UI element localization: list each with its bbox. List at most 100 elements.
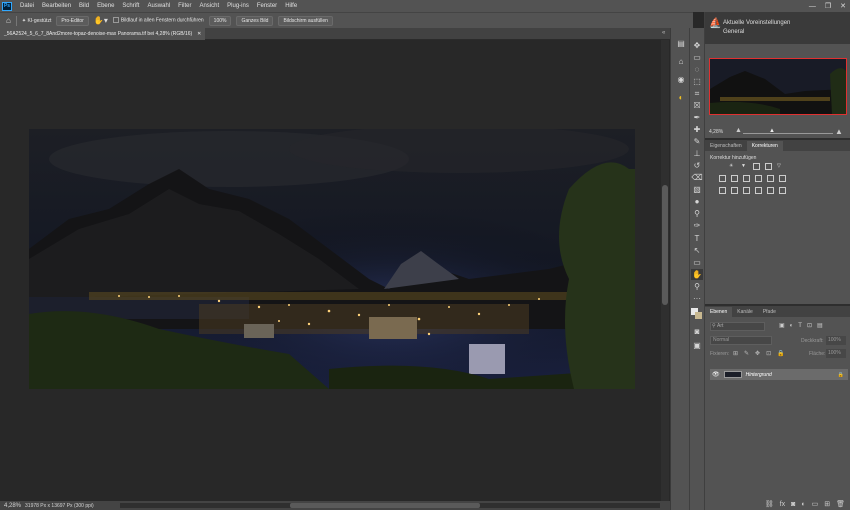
fit-screen-button[interactable]: Ganzes Bild <box>236 15 274 26</box>
healing-tool-icon[interactable]: ✚ <box>691 124 703 135</box>
eyedropper-tool-icon[interactable]: ✒ <box>691 112 703 123</box>
more-tools-icon[interactable]: ··· <box>691 293 703 304</box>
add-mask-icon[interactable]: ◙ <box>791 501 795 508</box>
zoom-out-icon[interactable]: ▲ <box>735 127 742 134</box>
color-balance-icon[interactable] <box>731 175 738 182</box>
pro-editor-button[interactable]: Pro-Editor <box>56 15 89 26</box>
crop-tool-icon[interactable]: ⌗ <box>691 88 703 99</box>
zoom-tool-icon[interactable]: ⚲ <box>691 281 703 292</box>
tab-eigenschaften[interactable]: Eigenschaften <box>705 141 747 151</box>
levels-icon[interactable]: ▼ <box>741 163 748 170</box>
menu-fenster[interactable]: Fenster <box>253 0 281 12</box>
shape-tool-icon[interactable]: ▭ <box>691 257 703 268</box>
maximize-button[interactable]: ❐ <box>825 2 831 10</box>
close-window-button[interactable]: ✕ <box>840 2 846 10</box>
background-color-icon[interactable] <box>695 312 702 319</box>
menu-plugins[interactable]: Plug-ins <box>223 0 253 12</box>
posterize-icon[interactable] <box>731 187 738 194</box>
vertical-scroll-thumb[interactable] <box>662 185 668 305</box>
home-icon[interactable]: ⌂ <box>6 16 11 25</box>
gradient-fill-icon[interactable] <box>779 187 786 194</box>
path-select-icon[interactable]: ↖ <box>691 245 703 256</box>
opacity-value[interactable]: 100% <box>826 336 846 345</box>
screen-mode-icon[interactable]: ▣ <box>691 340 703 351</box>
zoom-readout[interactable]: 4,28% <box>0 503 25 509</box>
menu-bearbeiten[interactable]: Bearbeiten <box>38 0 75 12</box>
zoom-in-icon[interactable]: ▲ <box>835 127 843 136</box>
layer-name[interactable]: Hintergrund <box>746 372 772 378</box>
menu-auswahl[interactable]: Auswahl <box>143 0 174 12</box>
document-tab[interactable]: _56A2524_5_6_7_8And2more-topaz-denoise-m… <box>0 28 206 40</box>
curves-icon[interactable] <box>753 163 760 170</box>
menu-bild[interactable]: Bild <box>75 0 93 12</box>
invert-icon[interactable] <box>719 187 726 194</box>
vibrance-icon[interactable]: ▽ <box>777 163 784 170</box>
brush-panel-icon[interactable]: ⌂ <box>675 56 687 67</box>
lock-icons[interactable]: ⊞✎✥⊡🔒 <box>733 350 791 357</box>
zoom-slider-thumb[interactable]: ▲ <box>769 128 775 134</box>
type-tool-icon[interactable]: T <box>691 233 703 244</box>
threshold-icon[interactable] <box>743 187 750 194</box>
menu-datei[interactable]: Datei <box>16 0 38 12</box>
eraser-tool-icon[interactable]: ⌫ <box>691 172 703 183</box>
color-lookup-icon[interactable] <box>779 175 786 182</box>
move-tool-icon[interactable]: ✥ <box>691 40 703 51</box>
fx-icon[interactable]: fx <box>780 501 785 508</box>
tab-ebenen[interactable]: Ebenen <box>705 307 733 317</box>
marquee-tool-icon[interactable]: ▭ <box>691 52 703 63</box>
menu-filter[interactable]: Filter <box>174 0 195 12</box>
layer-row-background[interactable]: 👁 Hintergrund 🔒 <box>710 369 848 380</box>
pen-tool-icon[interactable]: ✑ <box>691 220 703 231</box>
gradient-tool-icon[interactable]: ▧ <box>691 184 703 195</box>
link-layers-icon[interactable]: ⛓ <box>765 500 774 508</box>
photo-filter-icon[interactable] <box>755 175 762 182</box>
learn-title[interactable]: Aktuelle Voreinstellungen <box>723 20 790 26</box>
object-select-tool-icon[interactable]: ⬚ <box>691 76 703 87</box>
quick-mask-icon[interactable]: ◙ <box>691 326 703 337</box>
history-panel-icon[interactable]: ◐ <box>675 92 687 103</box>
close-tab-icon[interactable]: ✕ <box>197 31 201 37</box>
fill-screen-button[interactable]: Bildschirm ausfüllen <box>278 15 333 26</box>
selective-color-icon[interactable] <box>755 187 762 194</box>
navigator-thumbnail[interactable] <box>709 58 847 115</box>
horizontal-scroll-thumb[interactable] <box>290 503 480 508</box>
menu-ebene[interactable]: Ebene <box>93 0 118 12</box>
blur-tool-icon[interactable]: ● <box>691 196 703 207</box>
collapse-arrows-icon[interactable]: « <box>662 30 665 36</box>
minimize-button[interactable]: — <box>809 3 816 10</box>
history-brush-icon[interactable]: ↺ <box>691 160 703 171</box>
filter-type-icons[interactable]: ▣◐T⊡▤ <box>779 322 828 329</box>
navigator-zoom[interactable]: 4,28% <box>709 129 723 135</box>
brightness-icon[interactable]: ☀ <box>729 163 736 170</box>
exposure-icon[interactable] <box>765 163 772 170</box>
adjustment-layer-icon[interactable]: ◐ <box>801 501 805 508</box>
zoom-100-button[interactable]: 100% <box>208 15 232 26</box>
tab-korrekturen[interactable]: Korrekturen <box>746 141 783 151</box>
layer-filter-field[interactable]: ⚲ Art <box>710 322 765 331</box>
brush-tool-icon[interactable]: ✎ <box>691 136 703 147</box>
fill-value[interactable]: 100% <box>826 349 846 358</box>
menu-hilfe[interactable]: Hilfe <box>281 0 301 12</box>
new-group-icon[interactable]: ▭ <box>812 500 819 508</box>
document-dimensions[interactable]: 31978 Px x 13697 Px (300 ppi) <box>25 503 94 509</box>
tab-pfade[interactable]: Pfade <box>758 307 781 317</box>
visibility-eye-icon[interactable]: 👁 <box>712 371 720 378</box>
ai-panel-icon[interactable]: ◉ <box>675 74 687 85</box>
bw-icon[interactable] <box>743 175 750 182</box>
new-layer-icon[interactable]: ⊞ <box>824 500 830 508</box>
scroll-all-checkbox[interactable]: Bildlauf in allen Fenstern durchführen <box>112 17 204 24</box>
menu-schrift[interactable]: Schrift <box>118 0 143 12</box>
menu-ansicht[interactable]: Ansicht <box>195 0 223 12</box>
lasso-tool-icon[interactable]: ◌ <box>691 64 703 75</box>
gradient-map-icon[interactable] <box>767 187 774 194</box>
dodge-tool-icon[interactable]: ⚲ <box>691 208 703 219</box>
navigator-zoom-slider[interactable] <box>743 133 833 134</box>
stamp-tool-icon[interactable]: ⊥ <box>691 148 703 159</box>
frame-tool-icon[interactable]: ☒ <box>691 100 703 111</box>
ai-toggle[interactable]: ✦ KI-gestützt <box>22 18 52 24</box>
hand-tool-icon[interactable]: ✋ <box>691 269 703 280</box>
blend-mode-select[interactable]: Normal <box>710 336 772 345</box>
hand-tool-icon[interactable]: ✋▾ <box>94 16 108 25</box>
layers-panel-icon[interactable]: ▤ <box>675 38 687 49</box>
delete-layer-icon[interactable]: 🗑 <box>836 500 845 508</box>
